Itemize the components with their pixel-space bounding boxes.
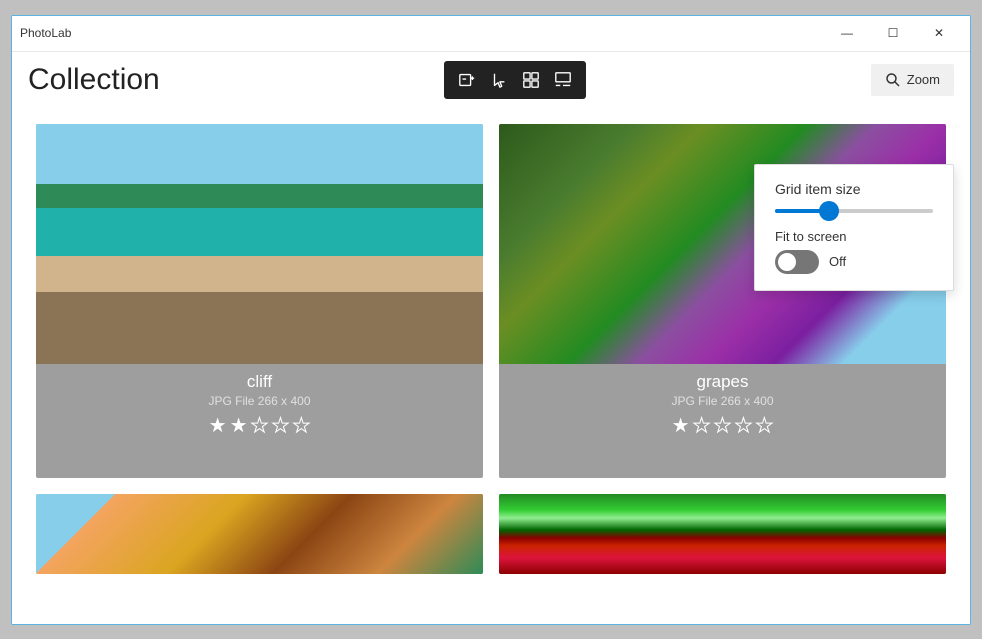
photo-meta-cliff: JPG File 266 x 400 bbox=[40, 394, 479, 408]
slider-fill bbox=[775, 209, 822, 213]
star-3: ★ bbox=[251, 413, 269, 438]
photo-card-cliff[interactable]: cliff JPG File 266 x 400 ★ ★ ★ ★ ★ bbox=[36, 124, 483, 478]
toggle-off-label: Off bbox=[829, 254, 846, 269]
grid-size-slider-container bbox=[775, 209, 933, 213]
add-to-collection-button[interactable] bbox=[454, 67, 480, 93]
star-2: ★ bbox=[230, 413, 248, 438]
photo-info-cliff: cliff JPG File 266 x 400 ★ ★ ★ ★ ★ bbox=[36, 364, 483, 444]
photo-info-grapes: grapes JPG File 266 x 400 ★ ★ ★ ★ ★ bbox=[499, 364, 946, 444]
titlebar-controls: — ☐ ✕ bbox=[824, 18, 962, 48]
star-2: ★ bbox=[693, 413, 711, 438]
fit-to-screen-label: Fit to screen bbox=[775, 229, 847, 244]
photo-image-partial-1 bbox=[36, 494, 483, 574]
star-1: ★ bbox=[209, 413, 227, 438]
toggle-knob bbox=[778, 253, 796, 271]
photo-image-partial-2 bbox=[499, 494, 946, 574]
star-4: ★ bbox=[271, 413, 289, 438]
toggle-row: Off bbox=[775, 250, 933, 274]
star-5: ★ bbox=[755, 413, 773, 438]
maximize-button[interactable]: ☐ bbox=[870, 18, 916, 48]
photo-stars-grapes: ★ ★ ★ ★ ★ bbox=[503, 413, 942, 438]
zoom-label: Zoom bbox=[907, 72, 940, 87]
zoom-dropdown-panel: Grid item size Fit to screen Off bbox=[754, 164, 954, 291]
slider-thumb[interactable] bbox=[819, 201, 839, 221]
photo-card-partial-2[interactable] bbox=[499, 494, 946, 574]
photo-image-cliff bbox=[36, 124, 483, 364]
star-3: ★ bbox=[714, 413, 732, 438]
photo-card-partial-1[interactable] bbox=[36, 494, 483, 574]
star-5: ★ bbox=[292, 413, 310, 438]
app-window: PhotoLab — ☐ ✕ Collection bbox=[11, 15, 971, 625]
fit-to-screen-row: Fit to screen bbox=[775, 229, 933, 244]
titlebar: PhotoLab — ☐ ✕ bbox=[12, 16, 970, 52]
grid-view-button[interactable] bbox=[518, 67, 544, 93]
photo-name-cliff: cliff bbox=[40, 372, 479, 392]
minimize-button[interactable]: — bbox=[824, 18, 870, 48]
zoom-panel-title: Grid item size bbox=[775, 181, 933, 197]
page-title: Collection bbox=[28, 63, 160, 97]
toolbar-center bbox=[444, 61, 586, 99]
content-area: cliff JPG File 266 x 400 ★ ★ ★ ★ ★ bbox=[12, 108, 970, 624]
photo-name-grapes: grapes bbox=[503, 372, 942, 392]
titlebar-left: PhotoLab bbox=[20, 26, 71, 40]
layout-button[interactable] bbox=[550, 67, 576, 93]
toolbar-icons-group bbox=[444, 61, 586, 99]
toolbar: Collection bbox=[12, 52, 970, 108]
slider-track bbox=[775, 209, 933, 213]
zoom-button[interactable]: Zoom bbox=[871, 64, 954, 96]
photo-meta-grapes: JPG File 266 x 400 bbox=[503, 394, 942, 408]
photo-stars-cliff: ★ ★ ★ ★ ★ bbox=[40, 413, 479, 438]
close-button[interactable]: ✕ bbox=[916, 18, 962, 48]
fit-to-screen-toggle[interactable] bbox=[775, 250, 819, 274]
select-button[interactable] bbox=[486, 67, 512, 93]
app-title: PhotoLab bbox=[20, 26, 71, 40]
toolbar-right: Zoom bbox=[871, 64, 954, 96]
star-4: ★ bbox=[734, 413, 752, 438]
star-1: ★ bbox=[672, 413, 690, 438]
